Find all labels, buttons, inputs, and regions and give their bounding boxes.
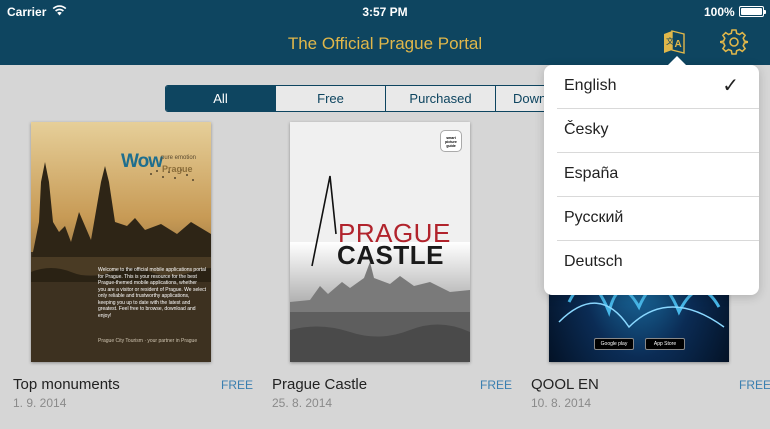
gear-icon[interactable] <box>720 28 748 56</box>
svg-text:A: A <box>675 39 682 50</box>
app-store-badge: App Store <box>645 338 685 350</box>
language-label: Deutsch <box>564 253 623 270</box>
language-label: España <box>564 165 619 182</box>
book-cover-prague-castle[interactable]: smart picture guide PRAGUE CASTLE <box>290 122 470 362</box>
book-cover-top-monuments[interactable]: Wow pure emotion Prague Welcome to the o… <box>31 122 211 362</box>
free-price-button[interactable]: FREE <box>221 378 253 392</box>
language-option-spanish[interactable]: España <box>557 153 759 197</box>
book-title: QOOL EN <box>531 376 599 393</box>
checkmark-icon: ✓ <box>722 75 739 97</box>
book-title: Top monuments <box>13 376 120 393</box>
top-bar: Carrier 3:57 PM 100% The Official Prague… <box>0 0 770 65</box>
battery-percent: 100% <box>704 5 735 19</box>
status-bar: Carrier 3:57 PM 100% <box>0 0 770 24</box>
tab-purchased[interactable]: Purchased <box>386 86 496 111</box>
book-date: 10. 8. 2014 <box>531 396 592 410</box>
language-option-czech[interactable]: Česky <box>557 109 759 153</box>
clock: 3:57 PM <box>362 5 408 19</box>
wow-logo-city: Prague <box>162 164 193 174</box>
book-date: 25. 8. 2014 <box>272 396 333 410</box>
language-option-german[interactable]: Deutsch <box>557 241 759 285</box>
svg-text:文: 文 <box>666 36 674 46</box>
cover-blurb: Welcome to the official mobile applicati… <box>98 267 207 319</box>
battery-icon <box>739 6 766 17</box>
language-option-english[interactable]: English ✓ <box>557 65 759 109</box>
language-translate-icon[interactable]: 文 A <box>661 28 687 56</box>
language-option-russian[interactable]: Русский <box>557 197 759 241</box>
smart-picture-guide-badge: smart picture guide <box>440 130 462 152</box>
language-label: English <box>564 77 617 94</box>
free-price-button[interactable]: FREE <box>480 378 512 392</box>
cover-footer: Prague City Tourism · your partner in Pr… <box>98 338 198 344</box>
tab-free[interactable]: Free <box>276 86 386 111</box>
filter-segmented-control: All Free Purchased Down <box>165 85 587 112</box>
tab-all[interactable]: All <box>166 86 276 111</box>
language-label: Русский <box>564 209 624 226</box>
wow-logo-tagline: pure emotion <box>161 155 197 161</box>
language-dropdown: English ✓ Česky España Русский Deutsch <box>544 56 759 295</box>
free-price-button[interactable]: FREE <box>739 378 770 392</box>
page-title: The Official Prague Portal <box>287 34 483 53</box>
cover-title-line2: CASTLE <box>337 240 444 270</box>
language-label: Česky <box>564 121 609 138</box>
google-play-badge: Google play <box>594 338 634 350</box>
book-date: 1. 9. 2014 <box>13 396 67 410</box>
wow-logo: Wow <box>121 151 163 172</box>
book-title: Prague Castle <box>272 376 368 393</box>
